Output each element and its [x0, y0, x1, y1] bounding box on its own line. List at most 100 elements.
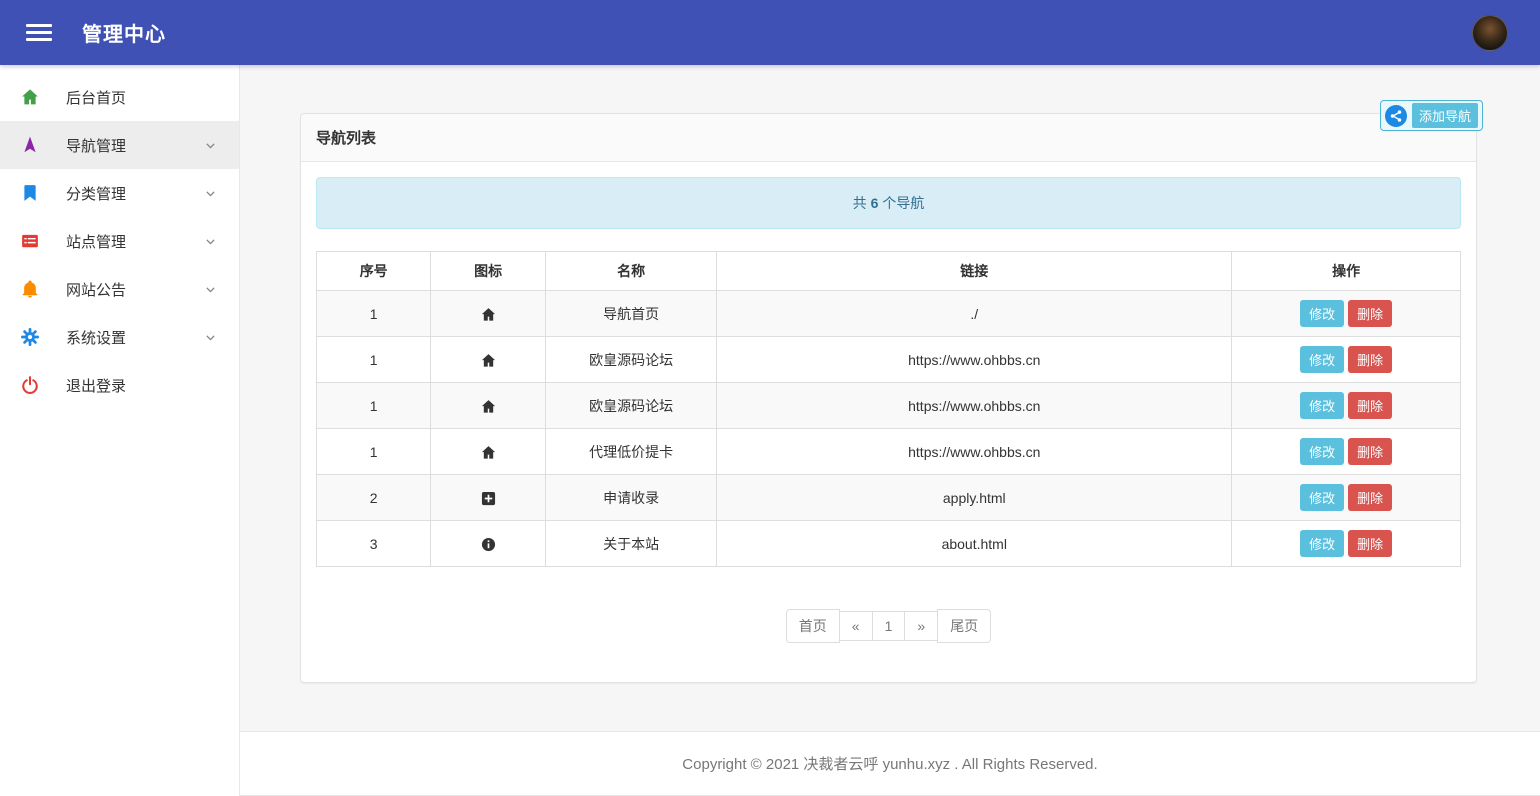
- sidebar-item-label: 退出登录: [66, 375, 126, 396]
- home-icon: [481, 397, 496, 413]
- edit-button[interactable]: 修改: [1300, 484, 1344, 511]
- sidebar-item-settings[interactable]: 系统设置: [0, 313, 239, 361]
- sidebar-item-category[interactable]: 分类管理: [0, 169, 239, 217]
- cell-link: apply.html: [717, 475, 1232, 521]
- gear-icon: [20, 327, 40, 347]
- cell-index: 3: [317, 521, 431, 567]
- delete-button[interactable]: 删除: [1348, 484, 1392, 511]
- table-row: 3 关于本站 about.html 修改删除: [317, 521, 1461, 567]
- cell-ops: 修改删除: [1232, 291, 1461, 337]
- sidebar-item-sites[interactable]: 站点管理: [0, 217, 239, 265]
- cell-icon: [431, 337, 545, 383]
- chevron-down-icon: [204, 187, 217, 200]
- navbar: 管理中心: [0, 0, 1540, 65]
- cell-icon: [431, 521, 545, 567]
- cell-link: https://www.ohbbs.cn: [717, 383, 1232, 429]
- home-icon: [481, 305, 496, 321]
- home-icon: [481, 351, 496, 367]
- cell-ops: 修改删除: [1232, 383, 1461, 429]
- sidebar: 后台首页 导航管理 分类管理 站点管理: [0, 65, 240, 796]
- page-first[interactable]: 首页: [786, 609, 840, 643]
- edit-button[interactable]: 修改: [1300, 346, 1344, 373]
- cell-link: about.html: [717, 521, 1232, 567]
- cell-name: 欧皇源码论坛: [545, 337, 717, 383]
- avatar[interactable]: [1472, 15, 1508, 51]
- sidebar-item-label: 站点管理: [66, 231, 126, 252]
- add-nav-button-label: 添加导航: [1412, 103, 1478, 128]
- cell-ops: 修改删除: [1232, 521, 1461, 567]
- cell-icon: [431, 475, 545, 521]
- menu-toggle-icon[interactable]: [26, 20, 52, 45]
- page-next[interactable]: »: [904, 611, 938, 641]
- cell-ops: 修改删除: [1232, 429, 1461, 475]
- cell-index: 2: [317, 475, 431, 521]
- col-header-index: 序号: [317, 252, 431, 291]
- home-icon: [481, 443, 496, 459]
- add-nav-button[interactable]: 添加导航: [1380, 100, 1483, 131]
- home-icon: [20, 87, 40, 107]
- table-row: 1 欧皇源码论坛 https://www.ohbbs.cn 修改删除: [317, 337, 1461, 383]
- chevron-down-icon: [204, 139, 217, 152]
- share-icon: [1385, 105, 1407, 127]
- sidebar-item-label: 后台首页: [66, 87, 126, 108]
- card-body: 共6个导航 序号 图标 名称 链接 操作: [301, 162, 1476, 682]
- sidebar-item-label: 分类管理: [66, 183, 126, 204]
- main-area: 添加导航 导航列表 共6个导航 序号 图标 名称 链接: [240, 65, 1540, 796]
- count-alert: 共6个导航: [316, 177, 1461, 229]
- col-header-name: 名称: [545, 252, 717, 291]
- site-list-icon: [20, 231, 40, 251]
- sidebar-item-label: 网站公告: [66, 279, 126, 300]
- cell-link: https://www.ohbbs.cn: [717, 429, 1232, 475]
- cell-index: 1: [317, 429, 431, 475]
- table-row: 2 申请收录 apply.html 修改删除: [317, 475, 1461, 521]
- sidebar-item-label: 系统设置: [66, 327, 126, 348]
- sidebar-item-logout[interactable]: 退出登录: [0, 361, 239, 409]
- delete-button[interactable]: 删除: [1348, 392, 1392, 419]
- bell-icon: [20, 279, 40, 299]
- edit-button[interactable]: 修改: [1300, 392, 1344, 419]
- app-title: 管理中心: [82, 18, 166, 47]
- col-header-icon: 图标: [431, 252, 545, 291]
- sidebar-item-announcement[interactable]: 网站公告: [0, 265, 239, 313]
- cell-icon: [431, 429, 545, 475]
- table-row: 1 欧皇源码论坛 https://www.ohbbs.cn 修改删除: [317, 383, 1461, 429]
- cell-name: 关于本站: [545, 521, 717, 567]
- plus-square-icon: [481, 489, 496, 505]
- card-title: 导航列表: [301, 114, 1476, 162]
- chevron-down-icon: [204, 331, 217, 344]
- edit-button[interactable]: 修改: [1300, 300, 1344, 327]
- edit-button[interactable]: 修改: [1300, 530, 1344, 557]
- col-header-ops: 操作: [1232, 252, 1461, 291]
- cell-icon: [431, 291, 545, 337]
- sidebar-item-label: 导航管理: [66, 135, 126, 156]
- sidebar-item-dashboard[interactable]: 后台首页: [0, 73, 239, 121]
- cell-ops: 修改删除: [1232, 337, 1461, 383]
- delete-button[interactable]: 删除: [1348, 346, 1392, 373]
- cell-name: 代理低价提卡: [545, 429, 717, 475]
- cell-link: https://www.ohbbs.cn: [717, 337, 1232, 383]
- cell-index: 1: [317, 337, 431, 383]
- page-1[interactable]: 1: [872, 611, 906, 641]
- cell-link: ./: [717, 291, 1232, 337]
- cell-icon: [431, 383, 545, 429]
- content-area: 添加导航 导航列表 共6个导航 序号 图标 名称 链接: [240, 65, 1540, 731]
- cell-index: 1: [317, 383, 431, 429]
- delete-button[interactable]: 删除: [1348, 438, 1392, 465]
- pagination: 首页«1»尾页: [316, 609, 1461, 643]
- power-icon: [20, 375, 40, 395]
- cell-name: 导航首页: [545, 291, 717, 337]
- count-alert-count: 6: [871, 195, 879, 211]
- delete-button[interactable]: 删除: [1348, 530, 1392, 557]
- page-last[interactable]: 尾页: [937, 609, 991, 643]
- chevron-down-icon: [204, 235, 217, 248]
- edit-button[interactable]: 修改: [1300, 438, 1344, 465]
- delete-button[interactable]: 删除: [1348, 300, 1392, 327]
- count-alert-prefix: 共: [853, 195, 867, 211]
- info-circle-icon: [481, 535, 496, 551]
- table-row: 1 代理低价提卡 https://www.ohbbs.cn 修改删除: [317, 429, 1461, 475]
- cell-name: 欧皇源码论坛: [545, 383, 717, 429]
- sidebar-item-navigation[interactable]: 导航管理: [0, 121, 239, 169]
- navigation-icon: [20, 135, 40, 155]
- table-header-row: 序号 图标 名称 链接 操作: [317, 252, 1461, 291]
- page-prev[interactable]: «: [839, 611, 873, 641]
